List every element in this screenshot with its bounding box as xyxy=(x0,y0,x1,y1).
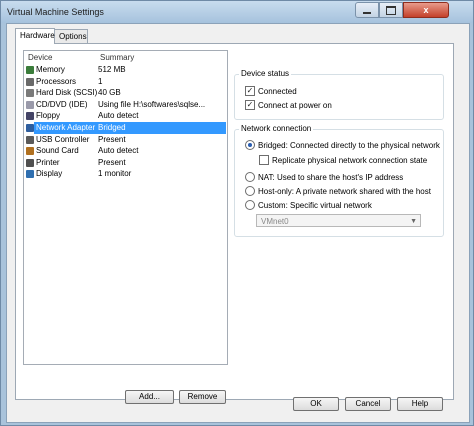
connect-power-check-icon: ✓ xyxy=(245,100,255,110)
connect-at-power-on-checkbox[interactable]: ✓ Connect at power on xyxy=(245,100,332,110)
bridged-radio[interactable]: Bridged: Connected directly to the physi… xyxy=(245,140,440,150)
minimize-button[interactable] xyxy=(355,2,379,18)
nat-radio[interactable]: NAT: Used to share the host's IP address xyxy=(245,172,403,182)
replicate-check-icon xyxy=(259,155,269,165)
device-summary: 1 monitor xyxy=(98,169,132,179)
connected-label: Connected xyxy=(258,86,297,96)
device-name: Printer xyxy=(36,157,60,167)
help-button[interactable]: Help xyxy=(397,397,443,411)
sound-card-icon xyxy=(26,147,34,156)
device-name: Floppy xyxy=(36,111,61,121)
ok-button[interactable]: OK xyxy=(293,397,339,411)
device-summary: 1 xyxy=(98,76,103,86)
host-only-radio[interactable]: Host-only: A private network shared with… xyxy=(245,186,431,196)
replicate-label: Replicate physical network connection st… xyxy=(272,155,428,165)
vmnet-select[interactable]: VMnet0 ▼ xyxy=(256,214,421,227)
device-row[interactable]: USB Controller Present xyxy=(24,134,227,146)
hardware-panel: Device Summary Memory 512 MB Processors 1 Ha… xyxy=(15,43,454,404)
host-only-label: Host-only: A private network shared with… xyxy=(258,186,431,196)
floppy-icon xyxy=(26,112,34,121)
dialog-body: Hardware Options Device Summary Memory 51… xyxy=(6,23,470,423)
device-row[interactable]: Hard Disk (SCSI) 40 GB xyxy=(24,87,227,99)
device-status-title: Device status xyxy=(239,69,292,78)
device-column-header[interactable]: Device xyxy=(24,51,100,64)
summary-column-header[interactable]: Summary xyxy=(100,51,134,64)
network-connection-title: Network connection xyxy=(239,124,314,133)
device-summary: Using file H:\softwares\sqlse... xyxy=(98,99,206,109)
display-icon xyxy=(26,170,34,179)
vm-settings-window: Virtual Machine Settings x Hardware Opti… xyxy=(0,0,474,426)
device-row[interactable]: Floppy Auto detect xyxy=(24,110,227,122)
tab-hardware[interactable]: Hardware xyxy=(15,28,55,44)
cancel-button[interactable]: Cancel xyxy=(345,397,391,411)
cd-dvd-icon xyxy=(26,100,34,109)
device-row[interactable]: Network Adapter Bridged xyxy=(24,121,227,134)
device-row[interactable]: CD/DVD (IDE) Using file H:\softwares\sqls… xyxy=(24,99,227,111)
device-row[interactable]: Sound Card Auto detect xyxy=(24,145,227,157)
device-status-group: Device status xyxy=(234,69,444,120)
device-summary: 40 GB xyxy=(98,88,121,98)
custom-label: Custom: Specific virtual network xyxy=(258,200,372,210)
printer-icon xyxy=(26,158,34,167)
device-name: USB Controller xyxy=(36,134,90,144)
remove-button[interactable]: Remove xyxy=(179,390,226,404)
close-button[interactable]: x xyxy=(403,2,449,18)
window-title: Virtual Machine Settings xyxy=(7,7,104,17)
device-name: Sound Card xyxy=(36,146,79,156)
device-name: Processors xyxy=(36,76,77,86)
device-list[interactable]: Device Summary Memory 512 MB Processors 1 Ha… xyxy=(23,50,228,365)
replicate-checkbox[interactable]: Replicate physical network connection st… xyxy=(259,155,427,165)
maximize-button[interactable] xyxy=(379,2,403,18)
device-summary: Auto detect xyxy=(98,146,139,156)
device-row[interactable]: Printer Present xyxy=(24,157,227,169)
bridged-radio-icon xyxy=(245,140,255,150)
network-adapter-icon xyxy=(26,123,34,132)
device-summary: Bridged xyxy=(98,122,126,132)
hard-disk-icon xyxy=(26,89,34,98)
device-row[interactable]: Processors 1 xyxy=(24,76,227,88)
nat-label: NAT: Used to share the host's IP address xyxy=(258,172,404,182)
device-name: Hard Disk (SCSI) xyxy=(36,88,98,98)
host-only-radio-icon xyxy=(245,186,255,196)
device-list-header: Device Summary xyxy=(24,51,227,64)
tab-options[interactable]: Options xyxy=(54,29,88,43)
close-icon: x xyxy=(423,5,429,15)
nat-radio-icon xyxy=(245,172,255,182)
minimize-icon xyxy=(363,12,371,14)
chevron-down-icon: ▼ xyxy=(410,218,417,225)
connected-checkbox[interactable]: ✓ Connected xyxy=(245,86,297,96)
device-summary: Present xyxy=(98,134,126,144)
device-summary: 512 MB xyxy=(98,65,126,74)
connected-check-icon: ✓ xyxy=(245,86,255,96)
bridged-label: Bridged: Connected directly to the physi… xyxy=(258,140,440,150)
device-name: Memory xyxy=(36,65,65,74)
device-name: CD/DVD (IDE) xyxy=(36,99,88,109)
device-rows: Memory 512 MB Processors 1 Hard Disk (SCSI) 4… xyxy=(24,64,227,180)
processor-icon xyxy=(26,77,34,86)
title-bar[interactable]: Virtual Machine Settings x xyxy=(1,1,473,23)
device-summary: Present xyxy=(98,157,126,167)
custom-radio[interactable]: Custom: Specific virtual network xyxy=(245,200,372,210)
device-name: Network Adapter xyxy=(36,122,96,132)
device-row[interactable]: Display 1 monitor xyxy=(24,168,227,180)
custom-radio-icon xyxy=(245,200,255,210)
device-row[interactable]: Memory 512 MB xyxy=(24,64,227,76)
vmnet-select-value: VMnet0 xyxy=(261,217,289,226)
device-summary: Auto detect xyxy=(98,111,139,121)
add-button[interactable]: Add... xyxy=(125,390,174,404)
connect-at-power-on-label: Connect at power on xyxy=(258,100,332,110)
device-name: Display xyxy=(36,169,63,179)
usb-icon xyxy=(26,135,34,144)
maximize-icon xyxy=(386,5,396,15)
memory-icon xyxy=(26,66,34,74)
